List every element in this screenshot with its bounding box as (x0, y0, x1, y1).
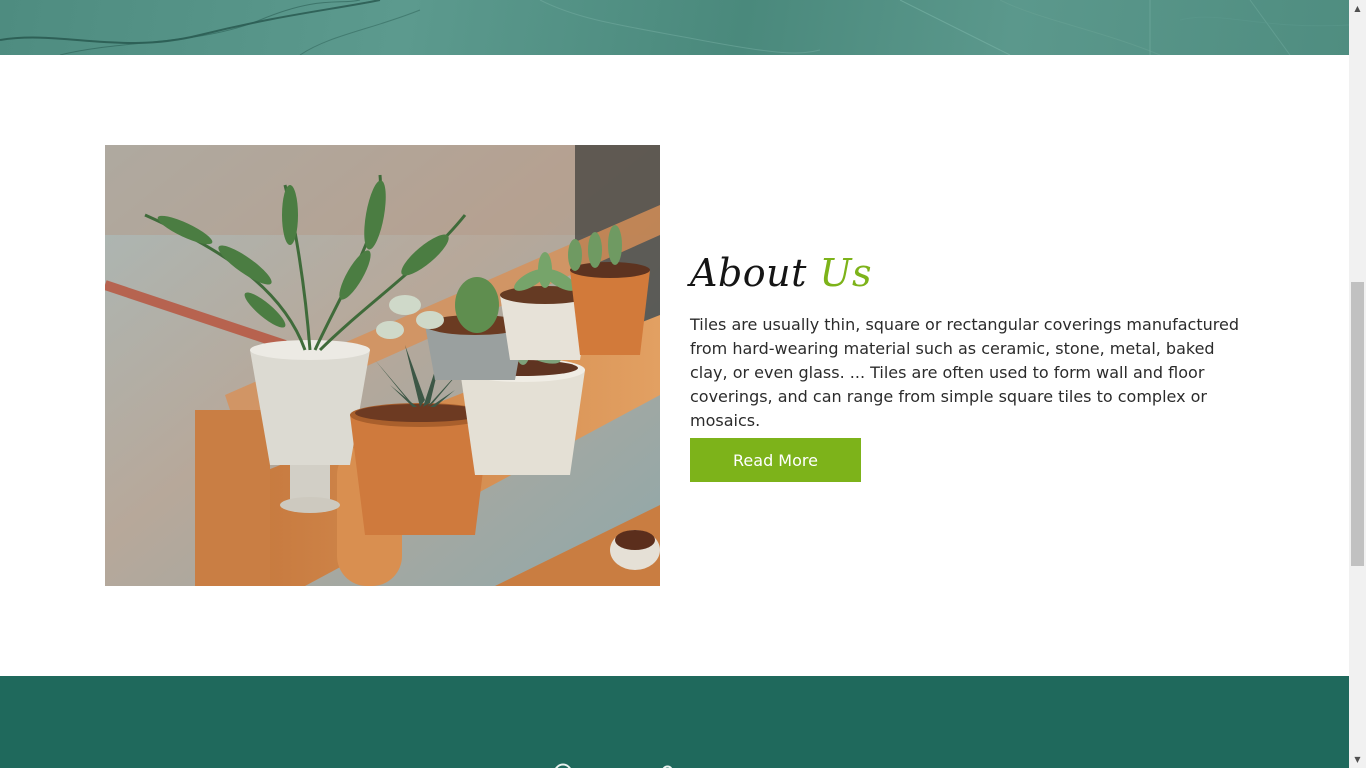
read-more-button[interactable]: Read More (690, 438, 861, 482)
scroll-down-arrow-icon[interactable]: ▼ (1349, 751, 1366, 768)
about-text-block: About Us Tiles are usually thin, square … (690, 245, 1250, 433)
plants-on-shelf-illustration (105, 145, 660, 586)
page: About Us Tiles are usually thin, square … (0, 0, 1349, 768)
marble-texture (0, 0, 1349, 55)
about-heading-main: About (690, 251, 807, 295)
bottom-section (0, 676, 1349, 768)
about-image-succulents (105, 145, 660, 586)
scroll-up-arrow-icon[interactable]: ▲ (1349, 0, 1366, 17)
about-heading: About Us (690, 245, 1250, 301)
next-heading-peek (555, 763, 673, 768)
scroll-thumb[interactable] (1351, 282, 1364, 566)
about-paragraph: Tiles are usually thin, square or rectan… (690, 315, 1239, 430)
about-heading-accent: Us (819, 251, 873, 295)
top-banner (0, 0, 1349, 55)
vertical-scrollbar[interactable]: ▲ ▼ (1349, 0, 1366, 768)
